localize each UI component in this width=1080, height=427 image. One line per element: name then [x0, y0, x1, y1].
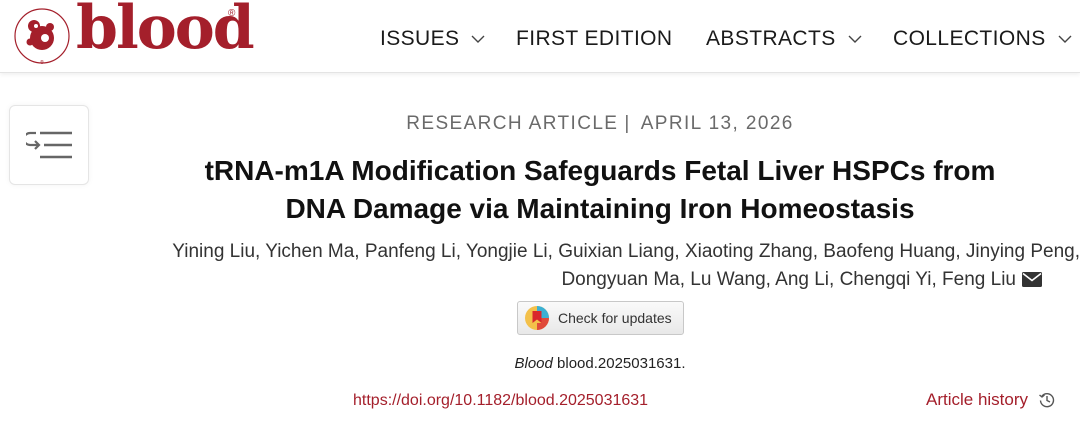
- authors-line2[interactable]: Dongyuan Ma, Lu Wang, Ang Li, Chengqi Yi…: [561, 269, 1016, 290]
- meta-separator: |: [624, 113, 631, 134]
- authors-line1[interactable]: Yining Liu, Yichen Ma, Panfeng Li, Yongj…: [172, 241, 1080, 262]
- article-title: tRNA-m1A Modification Safeguards Fetal L…: [150, 152, 1050, 228]
- brand-name: blood: [76, 0, 255, 63]
- nav-abstracts[interactable]: ABSTRACTS: [706, 27, 862, 51]
- crossmark-icon: [525, 306, 549, 330]
- nav-collections-label: COLLECTIONS: [893, 27, 1046, 50]
- site-header: ® blood ® ISSUES FIRST EDITION ABSTRACTS…: [0, 0, 1080, 73]
- article-meta: RESEARCH ARTICLE | APRIL 13, 2026: [0, 113, 1080, 135]
- nav-first-edition[interactable]: FIRST EDITION: [516, 27, 673, 51]
- doi-link[interactable]: https://doi.org/10.1182/blood.2025031631: [353, 392, 648, 410]
- article-history-label: Article history: [926, 390, 1029, 409]
- nav-abstracts-label: ABSTRACTS: [706, 27, 836, 50]
- ash-seal-icon: ®: [14, 8, 70, 66]
- article-date: APRIL 13, 2026: [640, 113, 794, 134]
- nav-first-edition-label: FIRST EDITION: [516, 27, 673, 50]
- article-title-line2: DNA Damage via Maintaining Iron Homeosta…: [285, 193, 915, 224]
- nav-collections[interactable]: COLLECTIONS: [893, 27, 1072, 51]
- check-for-updates-label: Check for updates: [558, 310, 672, 326]
- registered-mark: ®: [228, 8, 236, 19]
- citation-id: blood.2025031631.: [557, 355, 686, 372]
- article-title-line1: tRNA-m1A Modification Safeguards Fetal L…: [204, 155, 996, 186]
- chevron-down-icon: [1058, 35, 1072, 43]
- nav-issues[interactable]: ISSUES: [380, 27, 485, 51]
- svg-text:®: ®: [40, 59, 44, 66]
- nav-issues-label: ISSUES: [380, 27, 460, 50]
- citation: Blood blood.2025031631.: [0, 355, 1080, 372]
- chevron-down-icon: [471, 35, 485, 43]
- article-history-link[interactable]: Article history: [926, 390, 1056, 410]
- check-for-updates-button[interactable]: Check for updates: [517, 301, 684, 335]
- history-icon: [1039, 392, 1055, 408]
- email-icon[interactable]: [1022, 272, 1042, 287]
- blood-logo[interactable]: ® blood ®: [12, 0, 255, 68]
- chevron-down-icon: [848, 35, 862, 43]
- article-type: RESEARCH ARTICLE: [406, 113, 619, 134]
- author-list: Yining Liu, Yichen Ma, Panfeng Li, Yongj…: [120, 238, 1080, 294]
- journal-name: Blood: [514, 355, 553, 372]
